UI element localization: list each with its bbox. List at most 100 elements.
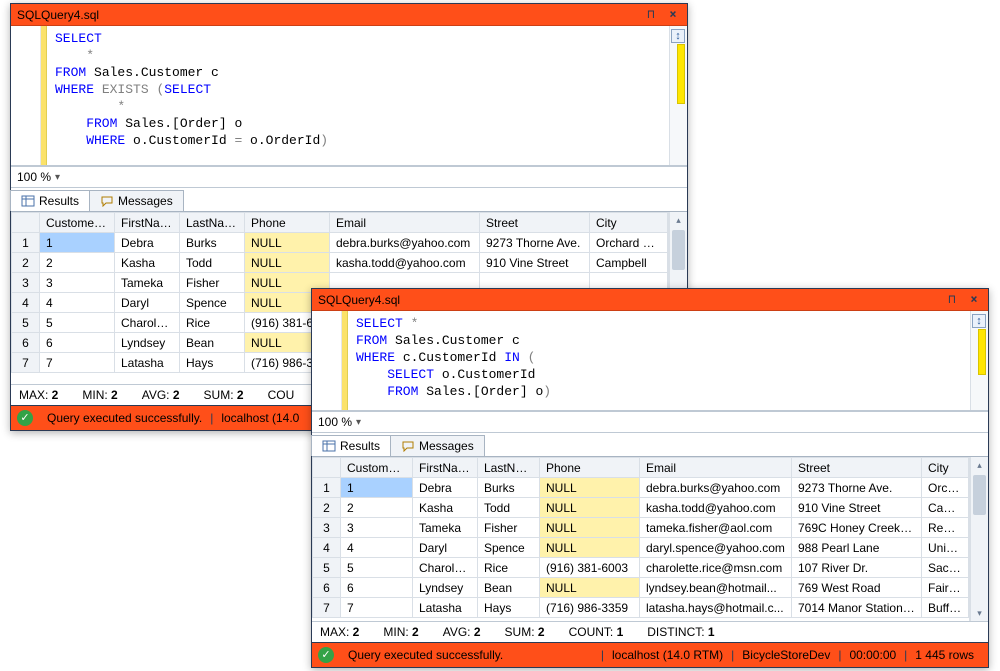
cell[interactable]: 3 (40, 273, 115, 293)
zoom-bar[interactable]: 100 % ▾ (312, 411, 988, 433)
row-header[interactable]: 3 (12, 273, 40, 293)
chevron-down-icon[interactable]: ▾ (356, 417, 361, 428)
minimap[interactable]: ↕ (669, 26, 687, 165)
table-row[interactable]: 44DarylSpenceNULLdaryl.spence@yahoo.com9… (313, 538, 969, 558)
table-row[interactable]: 22KashaToddNULLkasha.todd@yahoo.com910 V… (313, 498, 969, 518)
cell[interactable]: Redondo Be (922, 518, 969, 538)
cell[interactable]: Daryl (115, 293, 180, 313)
table-row[interactable]: 55CharoletteRice(916) 381-6003charolette… (313, 558, 969, 578)
cell[interactable]: kasha.todd@yahoo.com (640, 498, 792, 518)
chevron-down-icon[interactable]: ▾ (55, 172, 60, 183)
cell[interactable]: NULL (540, 478, 640, 498)
cell[interactable]: 1 (40, 233, 115, 253)
cell[interactable]: debra.burks@yahoo.com (640, 478, 792, 498)
close-icon[interactable]: × (665, 7, 681, 23)
cell[interactable]: Debra (413, 478, 478, 498)
cell[interactable]: Hays (180, 353, 245, 373)
scroll-thumb[interactable] (973, 475, 986, 515)
col-header[interactable]: LastName (180, 213, 245, 233)
cell[interactable]: 910 Vine Street (480, 253, 590, 273)
cell[interactable]: Hays (478, 598, 540, 618)
cell[interactable]: 910 Vine Street (792, 498, 922, 518)
scrollbar-vertical[interactable]: ▴ ▾ (970, 457, 988, 621)
cell[interactable]: Tameka (413, 518, 478, 538)
sql-editor[interactable]: SELECT * FROM Sales.Customer c WHERE c.C… (348, 311, 970, 410)
cell[interactable]: Daryl (413, 538, 478, 558)
col-header[interactable]: FirstName (413, 458, 478, 478)
cell[interactable]: Kasha (413, 498, 478, 518)
cell[interactable]: Sacramento (922, 558, 969, 578)
cell[interactable]: Orchard Park (922, 478, 969, 498)
cell[interactable]: 7 (40, 353, 115, 373)
tab-results[interactable]: Results (311, 435, 391, 456)
cell[interactable]: Orchard Park (590, 233, 668, 253)
cell[interactable]: 9273 Thorne Ave. (792, 478, 922, 498)
cell[interactable]: NULL (540, 518, 640, 538)
scroll-up-icon[interactable]: ▴ (971, 457, 988, 473)
cell[interactable]: Fisher (180, 273, 245, 293)
cell[interactable]: 9273 Thorne Ave. (480, 233, 590, 253)
cell[interactable]: Rice (180, 313, 245, 333)
cell[interactable]: 3 (341, 518, 413, 538)
cell[interactable]: Campbell (922, 498, 969, 518)
col-header[interactable]: LastName (478, 458, 540, 478)
cell[interactable]: Buffalo (922, 598, 969, 618)
tab-messages[interactable]: Messages (89, 190, 184, 211)
cell[interactable]: 4 (40, 293, 115, 313)
cell[interactable]: Spence (180, 293, 245, 313)
cell[interactable]: NULL (245, 233, 330, 253)
split-icon[interactable]: ↕ (671, 29, 685, 43)
row-header[interactable]: 6 (12, 333, 40, 353)
cell[interactable]: Latasha (115, 353, 180, 373)
pin-icon[interactable]: ⊓ (643, 7, 659, 23)
scroll-up-icon[interactable]: ▴ (670, 212, 687, 228)
cell[interactable]: Uniondale (922, 538, 969, 558)
titlebar[interactable]: SQLQuery4.sql ⊓ × (312, 289, 988, 311)
cell[interactable]: 1 (341, 478, 413, 498)
cell[interactable]: 2 (40, 253, 115, 273)
cell[interactable]: NULL (540, 538, 640, 558)
cell[interactable]: Spence (478, 538, 540, 558)
col-header[interactable]: Phone (540, 458, 640, 478)
row-header[interactable]: 4 (313, 538, 341, 558)
cell[interactable]: Fisher (478, 518, 540, 538)
row-header[interactable]: 3 (313, 518, 341, 538)
cell[interactable]: Burks (478, 478, 540, 498)
cell[interactable]: Kasha (115, 253, 180, 273)
cell[interactable]: (716) 986-3359 (540, 598, 640, 618)
col-header[interactable]: Phone (245, 213, 330, 233)
cell[interactable]: 6 (40, 333, 115, 353)
col-header[interactable]: FirstName (115, 213, 180, 233)
cell[interactable]: Lyndsey (115, 333, 180, 353)
col-header[interactable]: City (590, 213, 668, 233)
row-header[interactable]: 1 (12, 233, 40, 253)
cell[interactable]: Debra (115, 233, 180, 253)
cell[interactable]: (916) 381-6003 (540, 558, 640, 578)
table-row[interactable]: 11DebraBurksNULLdebra.burks@yahoo.com927… (313, 478, 969, 498)
cell[interactable]: tameka.fisher@aol.com (640, 518, 792, 538)
cell[interactable]: 769 West Road (792, 578, 922, 598)
col-header[interactable]: City (922, 458, 969, 478)
cell[interactable]: Tameka (115, 273, 180, 293)
cell[interactable]: Campbell (590, 253, 668, 273)
cell[interactable]: Bean (180, 333, 245, 353)
row-header[interactable]: 2 (313, 498, 341, 518)
col-header[interactable]: Email (330, 213, 480, 233)
row-header[interactable]: 5 (313, 558, 341, 578)
cell[interactable]: Charolette (115, 313, 180, 333)
row-header[interactable]: 5 (12, 313, 40, 333)
cell[interactable]: 7014 Manor Station ... (792, 598, 922, 618)
cell[interactable]: charolette.rice@msn.com (640, 558, 792, 578)
col-header[interactable]: Street (480, 213, 590, 233)
scroll-thumb[interactable] (672, 230, 685, 270)
minimap[interactable]: ↕ (970, 311, 988, 410)
row-header[interactable]: 2 (12, 253, 40, 273)
cell[interactable]: Fairport (922, 578, 969, 598)
row-header[interactable]: 7 (12, 353, 40, 373)
cell[interactable]: lyndsey.bean@hotmail... (640, 578, 792, 598)
cell[interactable]: latasha.hays@hotmail.c... (640, 598, 792, 618)
editor-area[interactable]: SELECT * FROM Sales.Customer c WHERE c.C… (312, 311, 988, 411)
cell[interactable]: Todd (180, 253, 245, 273)
cell[interactable]: 2 (341, 498, 413, 518)
sql-editor[interactable]: SELECT * FROM Sales.Customer c WHERE EXI… (47, 26, 669, 165)
